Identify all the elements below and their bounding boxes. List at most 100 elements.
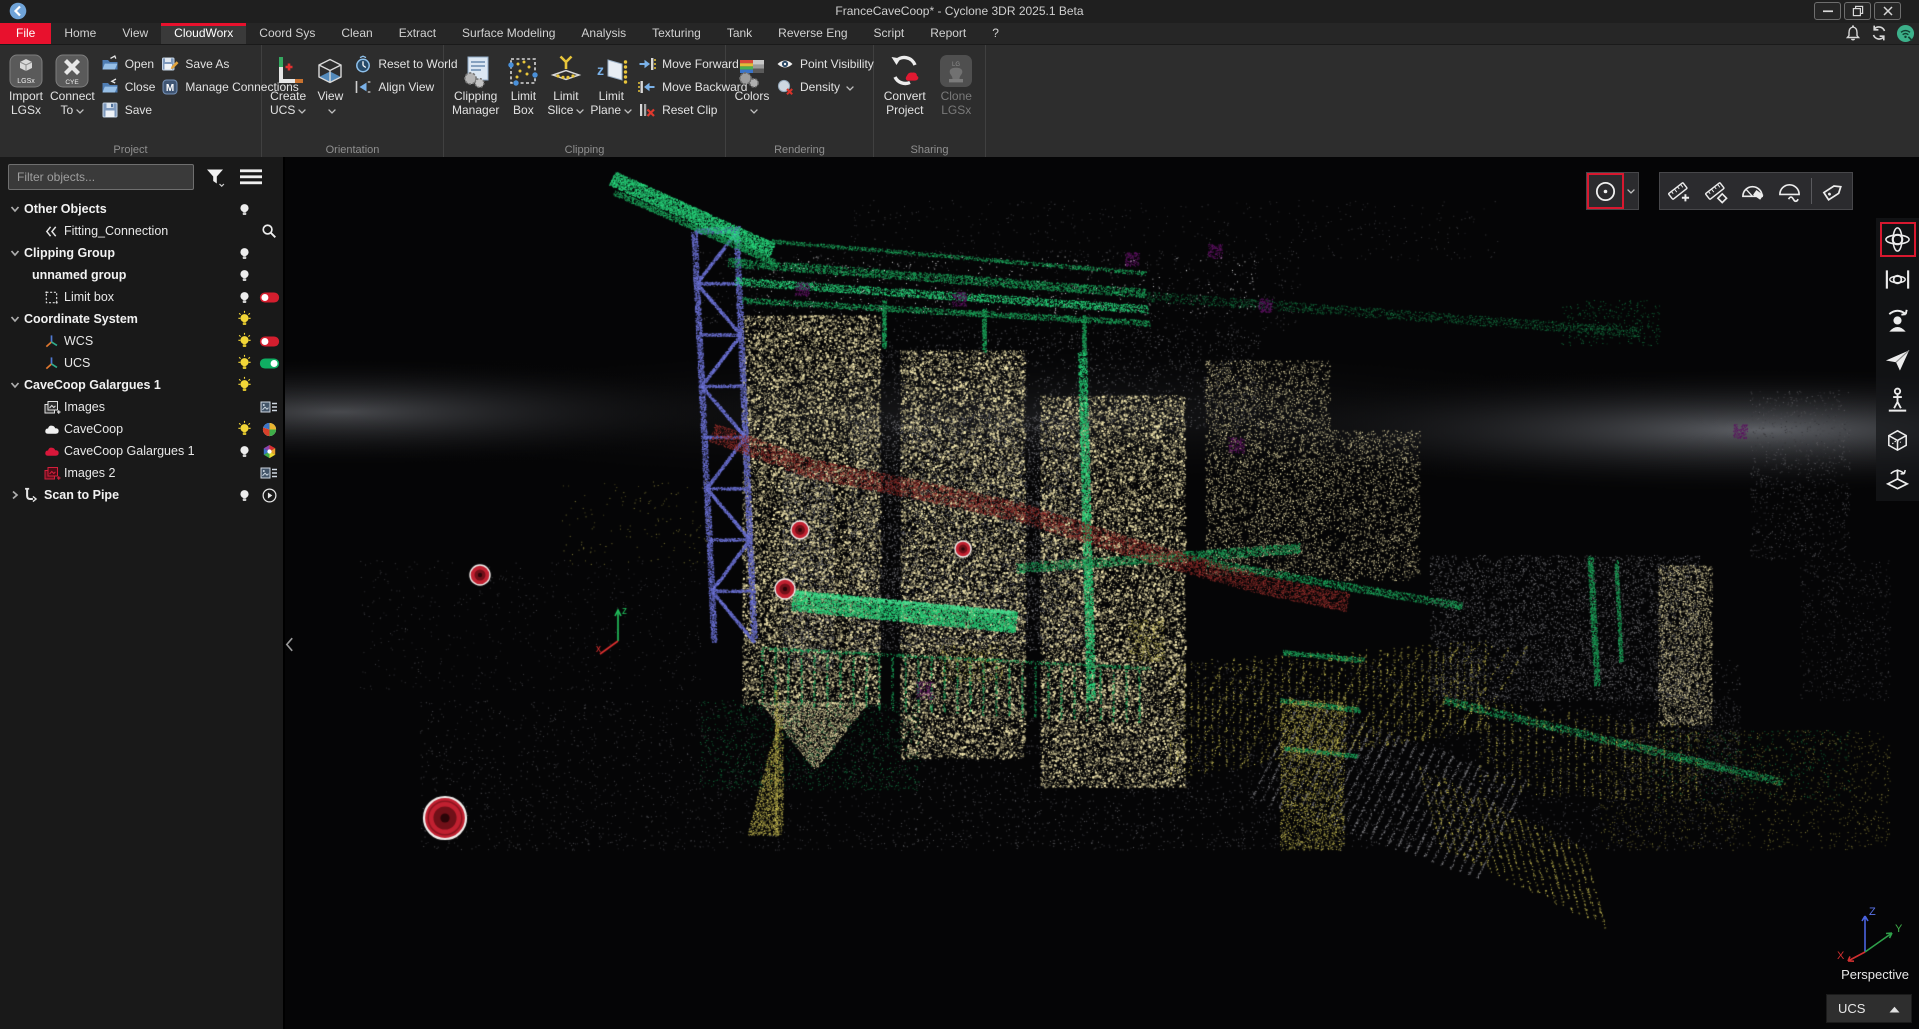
tree-item-cavecoop-galargues-1[interactable]: CaveCoop Galargues 1 (8, 374, 283, 396)
tree-item-label: Images 2 (64, 466, 115, 480)
panel-menu-icon[interactable] (236, 163, 266, 191)
select-tool-dropdown[interactable] (1624, 173, 1638, 209)
angle-erase-tool-button[interactable] (1734, 173, 1771, 209)
connect-to-button[interactable]: CYEConnectTo (50, 51, 95, 143)
sync-icon[interactable] (1870, 24, 1889, 43)
menu-tab-clean[interactable]: Clean (328, 23, 385, 44)
ruler-add-tool-button[interactable] (1660, 173, 1697, 209)
tree-item-images-2[interactable]: Images 2 (8, 462, 283, 484)
nav-examine-button[interactable] (1880, 422, 1916, 457)
toggle-red-icon[interactable] (256, 336, 282, 347)
wheel-icon[interactable] (256, 444, 282, 459)
coordinate-system-button[interactable]: UCS (1826, 994, 1912, 1023)
angle-wave-tool-button[interactable] (1771, 173, 1808, 209)
menu-tab-tank[interactable]: Tank (714, 23, 765, 44)
menu-tab-file[interactable]: File (0, 23, 51, 44)
limit-plane-button[interactable]: zLimitPlane (590, 51, 632, 143)
menu-tab-script[interactable]: Script (861, 23, 918, 44)
filter-input[interactable] (8, 164, 194, 190)
toggle-red-icon[interactable] (256, 292, 282, 303)
visibility-bulb-off-icon[interactable] (233, 486, 255, 504)
nav-walk-button[interactable] (1880, 382, 1916, 417)
create-ucs-button[interactable]: CreateUCS (270, 51, 306, 143)
clipping-manager-button[interactable]: ClippingManager (452, 51, 499, 143)
pie-icon[interactable] (256, 422, 282, 437)
tree-item-ucs[interactable]: UCS (8, 352, 283, 374)
menu-tab-coord-sys[interactable]: Coord Sys (246, 23, 328, 44)
menu-tab-cloudworx[interactable]: CloudWorx (161, 23, 246, 44)
img-list-icon[interactable] (256, 466, 282, 480)
chevron-down-icon[interactable] (10, 380, 24, 390)
chevron-down-icon[interactable] (10, 314, 24, 324)
filter-icon[interactable] (200, 163, 230, 191)
menu-tab-extract[interactable]: Extract (386, 23, 449, 44)
tree-item-coordinate-system[interactable]: Coordinate System (8, 308, 283, 330)
chevron-down-icon[interactable] (10, 204, 24, 214)
menu-tab-texturing[interactable]: Texturing (639, 23, 714, 44)
img-list-icon[interactable] (256, 400, 282, 414)
close-button[interactable]: Close (101, 78, 156, 96)
button-label: Project (886, 103, 923, 117)
visibility-bulb-off-icon[interactable] (233, 288, 255, 306)
menu-tab-view[interactable]: View (109, 23, 161, 44)
nav-fly-button[interactable] (1880, 342, 1916, 377)
visibility-bulb-off-icon[interactable] (233, 244, 255, 262)
visibility-bulb-off-icon[interactable] (233, 266, 255, 284)
save-button[interactable]: Save (101, 101, 156, 119)
menu-tab-analysis[interactable]: Analysis (568, 23, 639, 44)
nav-orbit-button[interactable] (1880, 222, 1916, 257)
notifications-icon[interactable] (1844, 24, 1863, 43)
visibility-bulb-off-icon[interactable] (233, 200, 255, 218)
ruler-node-tool-button[interactable] (1697, 173, 1734, 209)
visibility-bulb-on-icon[interactable] (233, 310, 255, 328)
align-view-button[interactable]: Align View (354, 78, 457, 96)
tree-item-wcs[interactable]: WCS (8, 330, 283, 352)
panel-collapse-icon[interactable] (285, 634, 295, 654)
close-button[interactable] (1874, 2, 1901, 20)
tree-item-scan-to-pipe[interactable]: Scan to Pipe (8, 484, 283, 506)
visibility-bulb-on-icon[interactable] (233, 420, 255, 438)
tree-item-images[interactable]: Images (8, 396, 283, 418)
visibility-bulb-off-icon[interactable] (233, 442, 255, 460)
menu-tab-surface-modeling[interactable]: Surface Modeling (449, 23, 568, 44)
menu-tab--[interactable]: ? (979, 23, 1012, 44)
tree-item-other-objects[interactable]: Other Objects (8, 198, 283, 220)
tree-item-limit-box[interactable]: Limit box (8, 286, 283, 308)
chevron-down-icon[interactable] (10, 248, 24, 258)
tree-item-unnamed-group[interactable]: unnamed group (8, 264, 283, 286)
tree-item-fitting-connection[interactable]: Fitting_Connection (8, 220, 283, 242)
point-visibility-button[interactable]: Point Visibility (776, 55, 874, 73)
visibility-bulb-on-icon[interactable] (233, 332, 255, 350)
limit-box-button[interactable]: LimitBox (505, 51, 541, 143)
nav-turn-head-button[interactable] (1880, 302, 1916, 337)
tree-item-cavecoop-galargues-1[interactable]: CaveCoop Galargues 1 (8, 440, 283, 462)
tree-item-cavecoop[interactable]: CaveCoop (8, 418, 283, 440)
convert-project-button[interactable]: ConvertProject (882, 51, 928, 143)
play-icon[interactable] (256, 488, 282, 503)
tag-tool-button[interactable] (1815, 173, 1852, 209)
import-lgsx-button[interactable]: LGSxImportLGSx (8, 51, 44, 143)
open-button[interactable]: Open (101, 55, 156, 73)
chevron-right-icon[interactable] (10, 490, 24, 500)
search-icon[interactable] (256, 223, 282, 239)
nav-orbit-lock-button[interactable] (1880, 262, 1916, 297)
limit-slice-button[interactable]: LimitSlice (547, 51, 584, 143)
select-tool-button[interactable] (1587, 173, 1624, 209)
toggle-green-icon[interactable] (256, 358, 282, 369)
menu-tab-home[interactable]: Home (51, 23, 109, 44)
network-status-icon[interactable] (1896, 24, 1915, 43)
colors-button[interactable]: Colors (734, 51, 770, 143)
view-button[interactable]: View (312, 51, 348, 143)
reset-to-world-button[interactable]: Reset to World (354, 55, 457, 73)
point-cloud-scene[interactable] (285, 157, 1919, 1029)
restore-button[interactable] (1844, 2, 1871, 20)
menu-tab-report[interactable]: Report (917, 23, 979, 44)
visibility-bulb-on-icon[interactable] (233, 376, 255, 394)
density-button[interactable]: Density (776, 78, 874, 96)
viewport-3d[interactable]: ZYX Perspective UCS (285, 157, 1919, 1029)
nav-turntable-button[interactable] (1880, 462, 1916, 497)
minimize-button[interactable] (1814, 2, 1841, 20)
visibility-bulb-on-icon[interactable] (233, 354, 255, 372)
tree-item-clipping-group[interactable]: Clipping Group (8, 242, 283, 264)
menu-tab-reverse-eng[interactable]: Reverse Eng (765, 23, 860, 44)
